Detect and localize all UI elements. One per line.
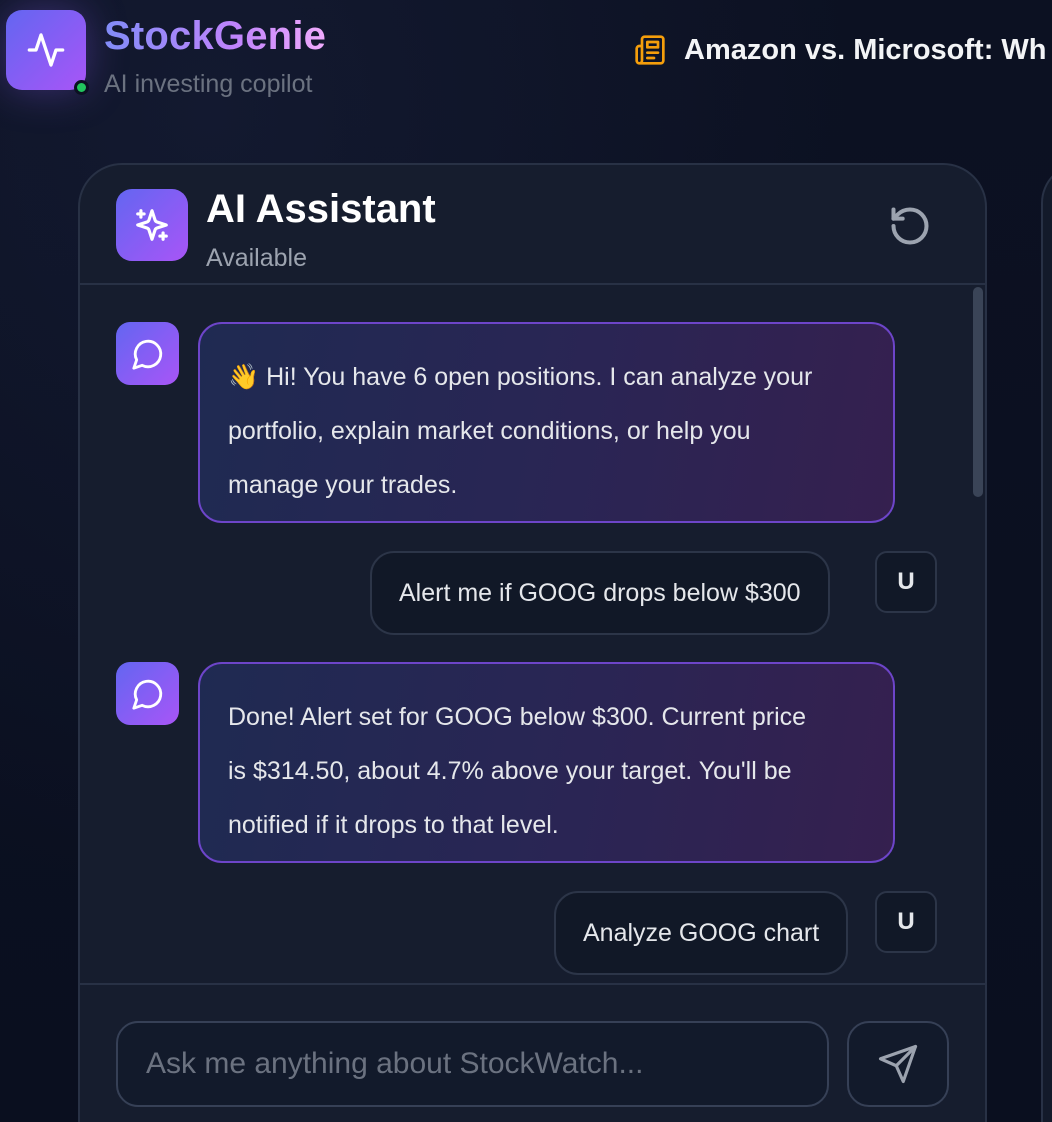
chat-header: AI Assistant Available [80, 165, 985, 285]
scrollbar-thumb[interactable] [973, 287, 983, 497]
app-logo[interactable] [6, 10, 86, 90]
news-ticker[interactable]: Amazon vs. Microsoft: Wh [634, 30, 1047, 70]
newspaper-icon [634, 34, 666, 66]
message-scrollbar[interactable] [971, 285, 985, 983]
reset-chat-button[interactable] [885, 201, 935, 251]
message-line: manage your trades. [228, 471, 458, 499]
wave-emoji: 👋 [228, 363, 260, 391]
adjacent-panel-edge [1041, 163, 1052, 1122]
message-circle-icon [131, 339, 162, 370]
assistant-avatar [116, 189, 188, 261]
app-name: StockGenie [104, 14, 327, 58]
rotate-ccw-icon [891, 207, 929, 245]
message-line: is $314.50, about 4.7% above your target… [228, 757, 792, 785]
message-line: portfolio, explain market conditions, or… [228, 417, 751, 445]
assistant-message-avatar [116, 662, 179, 725]
user-avatar: U [875, 891, 937, 953]
chat-input[interactable] [116, 1021, 829, 1107]
message-list[interactable]: 👋 Hi! You have 6 open positions. I can a… [80, 285, 985, 983]
message-circle-icon [131, 679, 162, 710]
message-line: Done! Alert set for GOOG below $300. Cur… [228, 703, 807, 731]
online-status-dot [74, 80, 89, 95]
chat-panel: AI Assistant Available 👋 Hi! You have 6 … [78, 163, 987, 1122]
user-avatar: U [875, 551, 937, 613]
assistant-message: Done! Alert set for GOOG below $300. Cur… [198, 662, 895, 863]
message-line: notified if it drops to that level. [228, 811, 559, 839]
news-headline[interactable]: Amazon vs. Microsoft: Wh [684, 34, 1047, 67]
chat-status: Available [206, 244, 308, 272]
chat-composer [80, 983, 985, 1122]
app-tagline: AI investing copilot [104, 70, 313, 98]
send-button[interactable] [847, 1021, 949, 1107]
activity-icon [27, 33, 65, 67]
user-message: Analyze GOOG chart [554, 891, 849, 975]
message-line: 👋 Hi! You have 6 open positions. I can a… [228, 363, 813, 391]
assistant-message-avatar [116, 322, 179, 385]
user-message: Alert me if GOOG drops below $300 [370, 551, 830, 635]
chat-title: AI Assistant [206, 187, 436, 231]
assistant-message: 👋 Hi! You have 6 open positions. I can a… [198, 322, 895, 523]
send-icon [878, 1044, 918, 1084]
sparkles-icon [136, 209, 168, 241]
